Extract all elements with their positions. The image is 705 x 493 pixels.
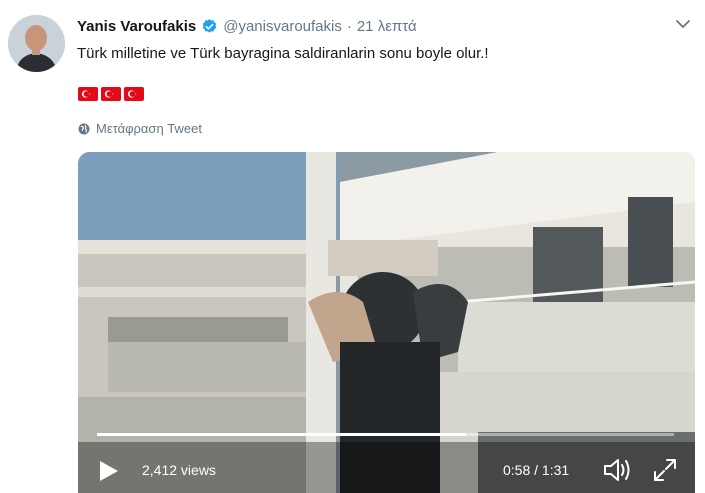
play-icon[interactable] bbox=[96, 459, 120, 483]
chevron-down-icon[interactable] bbox=[675, 16, 691, 32]
author-handle[interactable]: @yanisvaroufakis bbox=[223, 18, 342, 35]
flag-emojis bbox=[78, 87, 144, 101]
tweet-timestamp[interactable]: 21 λεπτά bbox=[357, 18, 417, 35]
avatar[interactable] bbox=[8, 15, 65, 72]
translate-tweet-link[interactable]: Μετάφραση Tweet bbox=[78, 121, 202, 136]
video-frame bbox=[78, 152, 695, 493]
video-player[interactable]: 2,412 views 0:58 / 1:31 bbox=[78, 152, 695, 493]
tweet-text: Türk milletine ve Türk bayragina saldira… bbox=[77, 45, 489, 62]
view-count: 2,412 views bbox=[142, 462, 216, 478]
verified-badge-icon bbox=[201, 18, 218, 35]
turkey-flag-icon bbox=[78, 87, 98, 101]
tweet-header: Yanis Varoufakis @yanisvaroufakis · 21 λ… bbox=[77, 15, 417, 37]
volume-icon[interactable] bbox=[602, 456, 634, 484]
video-timecode: 0:58 / 1:31 bbox=[503, 462, 570, 478]
video-progress-fill bbox=[97, 433, 467, 436]
turkey-flag-icon bbox=[101, 87, 121, 101]
translate-label: Μετάφραση Tweet bbox=[96, 121, 202, 136]
globe-icon bbox=[78, 123, 90, 135]
separator-dot: · bbox=[346, 17, 352, 35]
turkey-flag-icon bbox=[124, 87, 144, 101]
author-name[interactable]: Yanis Varoufakis bbox=[77, 18, 196, 35]
video-controls: 2,412 views 0:58 / 1:31 bbox=[78, 447, 695, 493]
video-progress-bar[interactable] bbox=[97, 433, 674, 436]
fullscreen-icon[interactable] bbox=[652, 457, 678, 483]
